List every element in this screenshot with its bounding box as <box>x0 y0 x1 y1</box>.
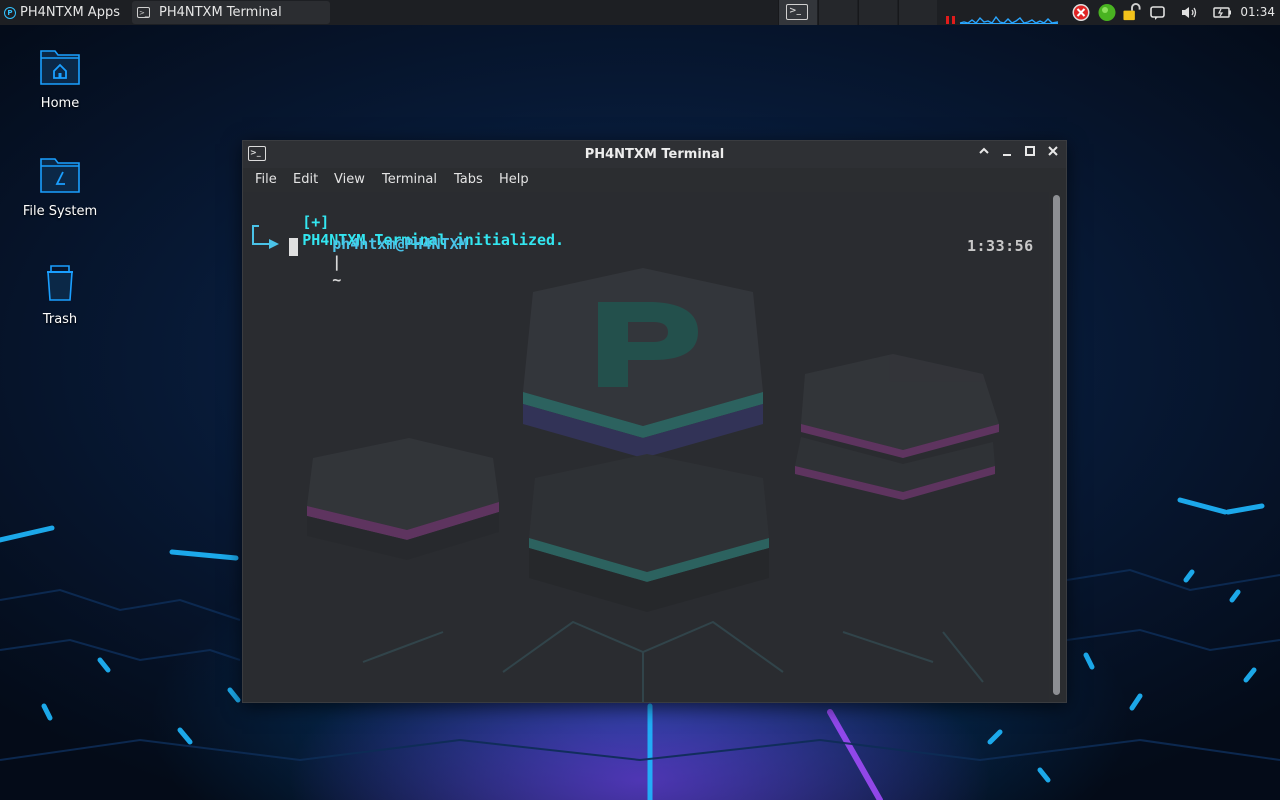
home-folder-icon <box>40 50 80 85</box>
text-cursor <box>289 238 298 256</box>
scrollbar[interactable] <box>1050 193 1064 701</box>
workspace-4-button[interactable] <box>898 0 937 25</box>
prompt-directory: ~ <box>332 271 342 289</box>
workspace-3-button[interactable] <box>858 0 897 25</box>
window-title: PH4NTXM Terminal <box>584 147 725 162</box>
apps-menu-button[interactable]: P PH4NTXM Apps <box>0 0 132 25</box>
desktop-icon-trash[interactable]: Trash <box>10 262 110 327</box>
workspace-1-button[interactable]: >_ <box>778 0 817 25</box>
menu-terminal[interactable]: Terminal <box>382 168 437 192</box>
window-titlebar[interactable]: >_ PH4NTXM Terminal <box>243 141 1066 168</box>
chevron-up-icon <box>979 147 989 154</box>
terminal-output-area[interactable]: [+] PH4NTXM Terminal initialized. ph4ntx… <box>243 192 1049 702</box>
panel-clock[interactable]: 01:34 <box>1240 0 1275 25</box>
desktop-icon-label: Home <box>40 96 80 111</box>
battery-icon[interactable] <box>1212 3 1234 22</box>
top-panel: P PH4NTXM Apps >_ PH4NTXM Terminal >_ 01… <box>0 0 1280 25</box>
filesystem-folder-icon <box>40 158 80 193</box>
menu-tabs[interactable]: Tabs <box>454 168 483 192</box>
menu-edit[interactable]: Edit <box>293 168 318 192</box>
desktop-icon-home[interactable]: Home <box>10 46 110 111</box>
prompt-separator: | <box>332 253 342 271</box>
maximize-button[interactable] <box>1021 145 1039 163</box>
terminal-icon: >_ <box>786 4 808 20</box>
trash-icon <box>47 265 73 301</box>
terminal-icon: >_ <box>137 7 150 18</box>
minimize-button[interactable] <box>998 145 1016 163</box>
notification-icon[interactable] <box>1149 3 1167 22</box>
close-icon <box>1048 146 1058 156</box>
cpu-graph-widget <box>946 15 1059 24</box>
session-timer: 1:33:56 <box>967 237 1034 255</box>
workspace-2-button[interactable] <box>818 0 857 25</box>
desktop-icon-file-system[interactable]: File System <box>10 154 110 219</box>
shade-button[interactable] <box>975 145 993 163</box>
taskbar-item-terminal[interactable]: >_ PH4NTXM Terminal <box>132 1 330 24</box>
prompt-line: ph4ntxm@PH4NTXM | ~ <box>278 217 468 307</box>
apps-menu-label: PH4NTXM Apps <box>20 5 120 20</box>
close-button[interactable] <box>1044 145 1062 163</box>
maximize-icon <box>1025 146 1035 156</box>
volume-icon[interactable] <box>1180 3 1200 22</box>
scrollbar-thumb[interactable] <box>1053 195 1060 695</box>
prompt-user: ph4ntxm@PH4NTXM <box>332 235 468 253</box>
network-status-icon[interactable] <box>1097 3 1117 22</box>
minimize-icon <box>1003 154 1011 156</box>
terminal-window[interactable]: >_ PH4NTXM Terminal File Edit View Termi… <box>242 140 1067 703</box>
desktop-icon-label: Trash <box>42 312 78 327</box>
menu-help[interactable]: Help <box>499 168 529 192</box>
menu-view[interactable]: View <box>334 168 365 192</box>
desktop-icon-label: File System <box>22 204 98 219</box>
ph4ntxm-logo-icon: P <box>4 6 16 19</box>
menu-bar: File Edit View Terminal Tabs Help <box>243 168 1066 192</box>
error-status-icon[interactable] <box>1071 3 1091 22</box>
unlocked-padlock-icon[interactable] <box>1121 3 1143 22</box>
menu-file[interactable]: File <box>255 168 277 192</box>
taskbar-item-label: PH4NTXM Terminal <box>159 5 282 20</box>
